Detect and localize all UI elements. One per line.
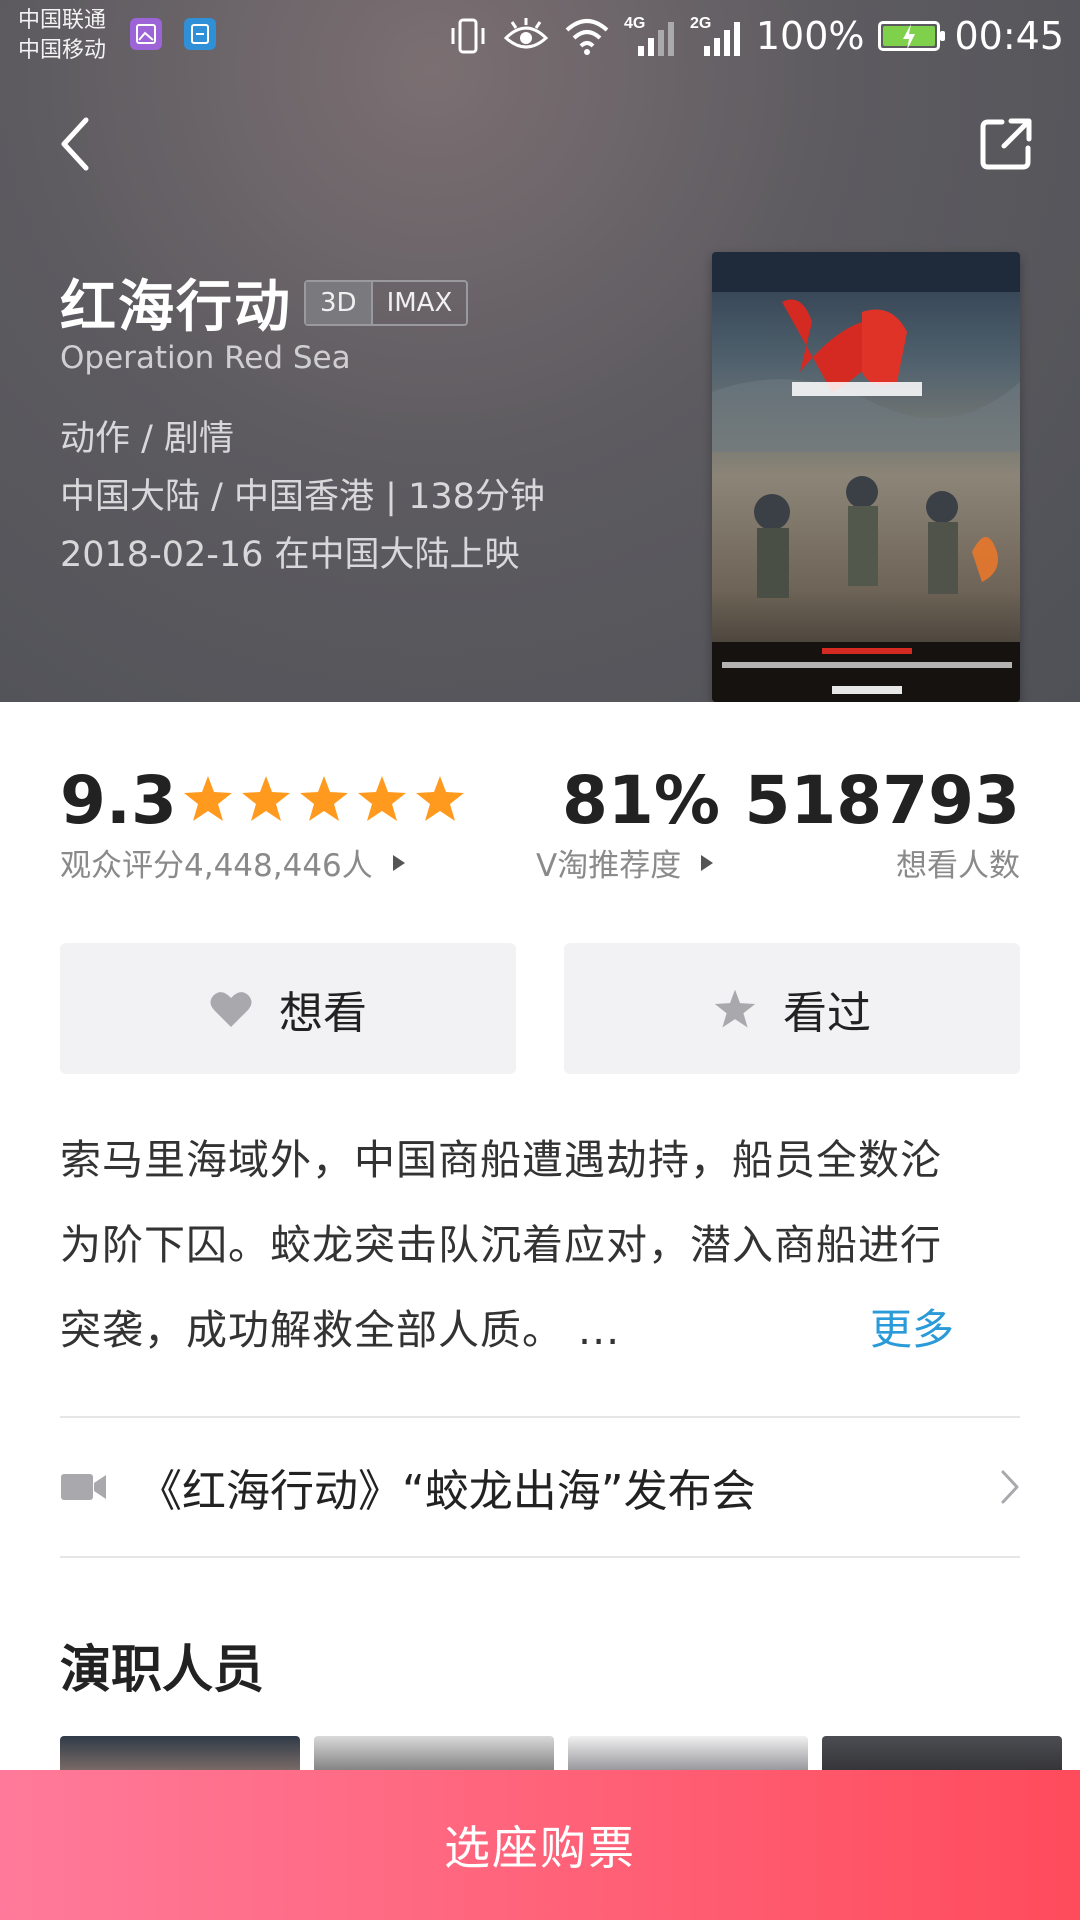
english-title: Operation Red Sea	[60, 340, 351, 376]
title-row: 红海行动 3D IMAX	[60, 262, 469, 343]
star-icon	[300, 776, 348, 821]
carrier-info: 中国联通 中国移动	[18, 6, 106, 66]
more-link[interactable]: 更多	[870, 1296, 954, 1357]
movie-poster[interactable]	[712, 252, 1020, 702]
divider	[60, 1556, 1020, 1558]
want-to-see-button[interactable]: 想看	[60, 943, 516, 1074]
heart-icon	[210, 991, 252, 1027]
movie-title: 红海行动	[60, 275, 292, 340]
genre: 动作 / 剧情	[60, 419, 235, 459]
share-icon[interactable]	[978, 116, 1034, 172]
seen-button[interactable]: 看过	[564, 943, 1020, 1074]
recommend-link[interactable]: V淘推荐度	[536, 840, 715, 885]
app-notification-icon	[184, 18, 216, 50]
tag-3d: 3D	[306, 281, 371, 324]
vibrate-icon	[448, 16, 488, 56]
seen-label: 看过	[783, 987, 871, 1039]
svg-text:2G: 2G	[690, 15, 711, 32]
region-duration: 中国大陆 / 中国香港 | 138分钟	[60, 477, 545, 517]
video-row[interactable]: 《红海行动》“蛟龙出海”发布会	[60, 1418, 1020, 1556]
recommend-percent: 81%	[562, 762, 720, 839]
back-arrow-icon[interactable]	[56, 114, 96, 174]
star-icon	[358, 776, 406, 821]
video-camera-icon	[61, 1474, 106, 1500]
movie-header: 中国联通 中国移动 4G 2G 100% 00:45 红海行动 3D IMAX …	[0, 0, 1080, 702]
star-icon	[184, 776, 232, 821]
status-bar: 中国联通 中国移动 4G 2G 100% 00:45	[0, 0, 1080, 72]
want-to-see-label: 想看	[279, 987, 367, 1039]
star-icon	[714, 989, 756, 1027]
svg-text:4G: 4G	[624, 15, 645, 32]
wifi-icon	[564, 16, 610, 56]
battery-percent: 100%	[755, 14, 865, 58]
recommend-label: V淘推荐度	[536, 848, 682, 884]
battery-icon	[878, 21, 946, 51]
audience-score: 9.3	[60, 762, 177, 839]
want-count-label: 想看人数	[896, 848, 1020, 884]
audience-rating-link[interactable]: 观众评分4,448,446人	[60, 840, 407, 885]
audience-rating-label: 观众评分4,448,446人	[60, 848, 373, 884]
gallery-notification-icon	[130, 18, 162, 50]
synopsis-line: 索马里海域外，中国商船遭遇劫持，船员全数沦	[60, 1136, 942, 1184]
signal-2g-icon: 2G	[690, 14, 742, 58]
eye-comfort-icon	[502, 16, 550, 56]
tag-imax: IMAX	[370, 281, 467, 324]
star-rating	[182, 774, 466, 824]
cast-section-title: 演职人员	[60, 1641, 265, 1700]
format-tags: 3D IMAX	[304, 279, 469, 326]
buy-ticket-button[interactable]: 选座购票	[0, 1770, 1080, 1920]
star-icon	[242, 776, 290, 821]
carrier-2: 中国移动	[18, 38, 107, 63]
signal-4g-icon: 4G	[624, 14, 676, 58]
ratings-section: 9.3 观众评分4,448,446人 81% V淘推荐度 518793 想看人数	[0, 702, 1080, 902]
star-icon	[416, 776, 464, 821]
video-title: 《红海行动》“蛟龙出海”发布会	[138, 1466, 756, 1517]
triangle-right-icon	[701, 854, 714, 871]
synopsis-line: 为阶下囚。蛟龙突击队沉着应对，潜入商船进行	[60, 1221, 942, 1269]
carrier-1: 中国联通	[18, 8, 107, 33]
want-count: 518793	[744, 762, 1020, 839]
clock: 00:45	[954, 14, 1064, 58]
chevron-right-icon	[1001, 1470, 1019, 1504]
release-date: 2018-02-16 在中国大陆上映	[60, 535, 520, 575]
triangle-right-icon	[392, 854, 405, 871]
